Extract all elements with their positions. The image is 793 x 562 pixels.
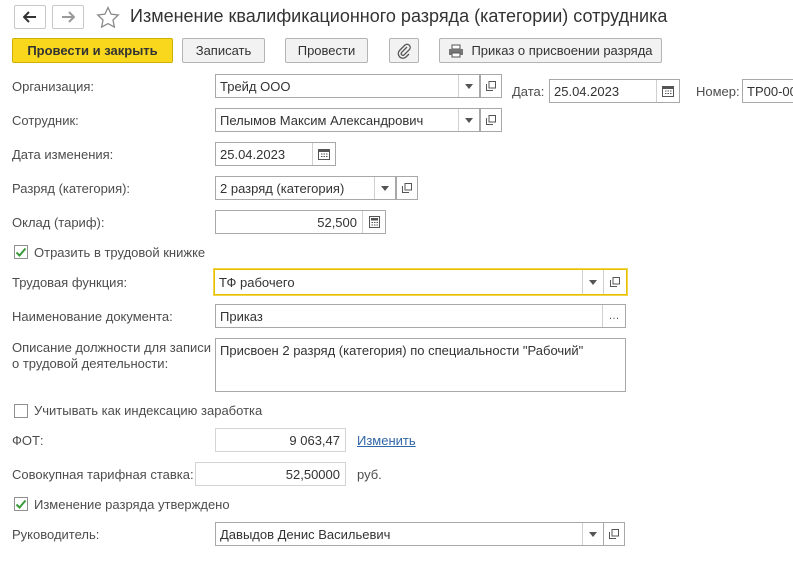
post-and-close-button[interactable]: Провести и закрыть (12, 38, 173, 63)
employee-open-button[interactable] (480, 108, 502, 132)
employee-value: Пелымов Максим Александрович (220, 112, 424, 128)
save-button[interactable]: Записать (182, 38, 265, 63)
doc-name-value: Приказ (220, 308, 263, 324)
change-date-calendar-button[interactable] (312, 143, 335, 165)
date-field[interactable]: 25.04.2023 (549, 79, 680, 103)
print-order-button[interactable]: Приказ о присвоении разряда (439, 38, 662, 63)
labor-function-open-button[interactable] (603, 270, 626, 294)
date-calendar-button[interactable] (656, 80, 679, 102)
doc-name-label: Наименование документа: (12, 309, 173, 324)
employee-label: Сотрудник: (12, 113, 79, 128)
manager-open-button[interactable] (603, 522, 625, 546)
manager-label: Руководитель: (12, 527, 100, 542)
salary-calculator-button[interactable] (362, 211, 385, 233)
org-field[interactable]: Трейд ООО (215, 74, 480, 98)
page-title: Изменение квалификационного разряда (кат… (130, 6, 668, 26)
grade-field[interactable]: 2 разряд (категория) (215, 176, 396, 200)
chevron-down-icon (465, 117, 473, 123)
total-rate-unit: руб. (357, 467, 382, 482)
calculator-icon (368, 216, 380, 228)
grade-dropdown-button[interactable] (374, 177, 395, 199)
chevron-down-icon (589, 279, 597, 285)
print-order-label: Приказ о присвоении разряда (471, 43, 653, 58)
favorite-star-button[interactable] (96, 5, 120, 31)
open-window-icon (402, 183, 412, 193)
description-label: Описание должности для записи о трудовой… (12, 340, 211, 372)
check-icon (15, 247, 27, 257)
indexation-label: Учитывать как индексацию заработка (34, 403, 263, 418)
workbook-checkbox[interactable] (14, 245, 28, 259)
org-value: Трейд ООО (220, 78, 291, 94)
description-label-line1: Описание должности для записи (12, 340, 212, 355)
approved-label: Изменение разряда утверждено (34, 497, 230, 512)
arrow-right-icon (62, 11, 75, 23)
fot-field: 9 063,47 (215, 428, 346, 452)
labor-function-dropdown-button[interactable] (582, 270, 603, 294)
fot-value: 9 063,47 (289, 432, 340, 448)
change-date-value: 25.04.2023 (220, 146, 286, 162)
open-window-icon (486, 115, 496, 125)
open-window-icon (609, 529, 619, 539)
chevron-down-icon (465, 83, 473, 89)
manager-value: Давыдов Денис Васильевич (220, 526, 391, 542)
date-label: Дата: (512, 84, 545, 99)
salary-label: Оклад (тариф): (12, 215, 105, 230)
calendar-icon (318, 149, 330, 160)
post-button[interactable]: Провести (285, 38, 368, 63)
printer-icon (449, 44, 464, 57)
total-rate-label: Совокупная тарифная ставка: (12, 467, 194, 482)
change-date-label: Дата изменения: (12, 147, 114, 162)
manager-field[interactable]: Давыдов Денис Васильевич (215, 522, 604, 546)
back-button[interactable] (14, 5, 46, 29)
description-label-line2: о трудовой деятельности: (12, 356, 169, 371)
employee-dropdown-button[interactable] (458, 109, 479, 131)
grade-open-button[interactable] (396, 176, 418, 200)
fot-label: ФОТ: (12, 433, 44, 448)
open-window-icon (486, 81, 496, 91)
check-icon (15, 499, 27, 509)
star-icon (96, 5, 120, 29)
grade-label: Разряд (категория): (12, 181, 131, 196)
doc-name-field[interactable]: Приказ … (215, 304, 626, 328)
chevron-down-icon (589, 531, 597, 537)
doc-name-select-button[interactable]: … (602, 305, 625, 327)
indexation-checkbox[interactable] (14, 404, 28, 418)
open-window-icon (610, 277, 620, 287)
description-textarea[interactable]: Присвоен 2 разряд (категория) по специал… (215, 338, 626, 392)
grade-value: 2 разряд (категория) (220, 180, 345, 196)
total-rate-field: 52,50000 (195, 462, 346, 486)
arrow-left-icon (23, 11, 36, 23)
attachments-button[interactable] (389, 38, 419, 63)
date-value: 25.04.2023 (554, 83, 620, 99)
org-open-button[interactable] (480, 74, 502, 98)
workbook-label: Отразить в трудовой книжке (34, 245, 206, 260)
labor-function-label: Трудовая функция: (12, 275, 128, 290)
org-label: Организация: (12, 79, 95, 94)
approved-checkbox[interactable] (14, 497, 28, 511)
forward-button[interactable] (52, 5, 84, 29)
org-dropdown-button[interactable] (458, 75, 479, 97)
number-field[interactable]: ТР00-00 (742, 79, 793, 103)
salary-field[interactable]: 52,500 (215, 210, 386, 234)
ellipsis-icon: … (608, 310, 620, 322)
employee-field[interactable]: Пелымов Максим Александрович (215, 108, 480, 132)
calendar-icon (662, 86, 674, 97)
change-date-field[interactable]: 25.04.2023 (215, 142, 336, 166)
fot-change-link[interactable]: Изменить (357, 433, 416, 448)
labor-function-field[interactable]: ТФ рабочего (214, 269, 627, 295)
manager-dropdown-button[interactable] (582, 523, 603, 545)
number-value: ТР00-00 (747, 83, 793, 99)
labor-function-value: ТФ рабочего (219, 274, 295, 290)
salary-value: 52,500 (317, 214, 357, 230)
paperclip-icon (397, 43, 411, 59)
number-label: Номер: (696, 84, 740, 99)
chevron-down-icon (381, 185, 389, 191)
total-rate-value: 52,50000 (285, 466, 340, 482)
